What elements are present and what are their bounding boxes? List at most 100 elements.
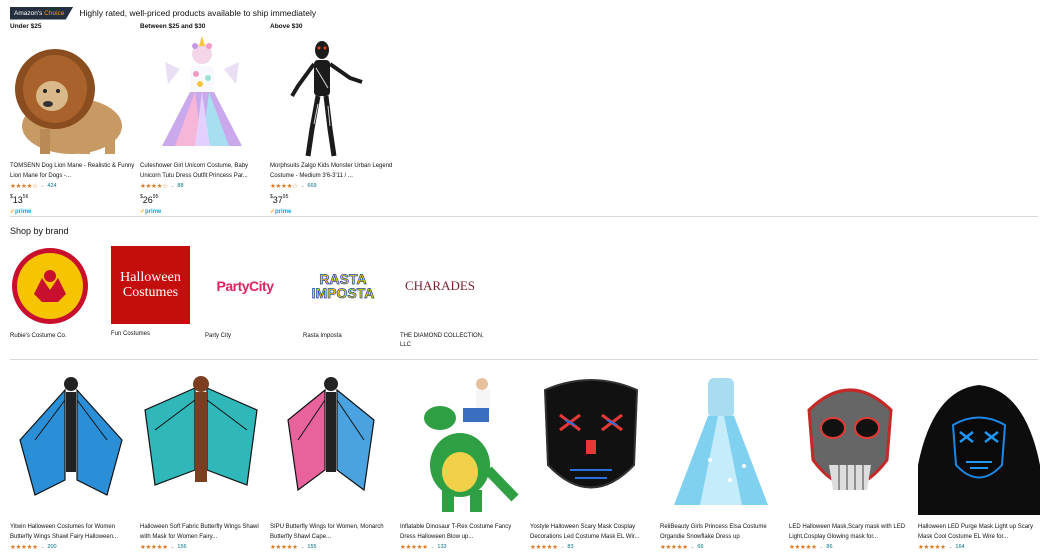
price: $26 95 xyxy=(140,194,159,205)
chevron-down-icon[interactable]: ⌄ xyxy=(41,183,45,189)
charades-logo[interactable]: CHARADES xyxy=(400,246,480,326)
price-band-label: Under $25 xyxy=(10,23,42,30)
rating[interactable]: ★★★★★ ⌄ 200 xyxy=(10,542,132,552)
price: $37 95 xyxy=(270,194,289,205)
product-title[interactable]: Inflatable Dinosaur T-Rex Costume Fancy … xyxy=(400,522,522,542)
section-divider xyxy=(10,359,1038,360)
price-band-label: Above $30 xyxy=(270,23,303,30)
review-count[interactable]: 133 xyxy=(437,544,446,550)
brand-card[interactable]: RASTA IMPOSTA Rasta Imposta xyxy=(303,246,393,341)
rating[interactable]: ★★★★★ ⌄ 164 xyxy=(918,542,1040,552)
chevron-down-icon[interactable]: ⌄ xyxy=(301,183,305,189)
product-card[interactable]: SIPU Butterfly Wings for Women, Monarch … xyxy=(270,370,392,552)
review-count[interactable]: 155 xyxy=(307,544,316,550)
price-band-label: Between $25 and $30 xyxy=(140,23,206,30)
brand-name[interactable]: Party City xyxy=(205,332,295,341)
chevron-down-icon[interactable]: ⌄ xyxy=(301,544,305,550)
product-card[interactable]: LED Halloween Mask,Scary mask with LED L… xyxy=(789,370,911,552)
chevron-down-icon[interactable]: ⌄ xyxy=(561,544,565,550)
review-count[interactable]: 86 xyxy=(826,544,832,550)
product-image[interactable] xyxy=(918,370,1040,515)
chevron-down-icon[interactable]: ⌄ xyxy=(949,544,953,550)
rating[interactable]: ★★★★★ ⌄ 83 xyxy=(530,542,652,552)
star-rating-icon: ★★★★★ xyxy=(10,544,38,551)
product-title[interactable]: SIPU Butterfly Wings for Women, Monarch … xyxy=(270,522,392,542)
review-count[interactable]: 669 xyxy=(307,183,316,189)
star-rating-icon: ★★★★☆ xyxy=(140,183,168,190)
product-card[interactable]: Halloween LED Purge Mask Light up Scary … xyxy=(918,370,1040,552)
star-rating-icon: ★★★★☆ xyxy=(270,183,298,190)
product-card[interactable]: ReliBeauty Girls Princess Elsa Costume O… xyxy=(660,370,782,552)
party-city-logo[interactable]: PartyCity xyxy=(205,246,285,326)
amazons-choice-description: Highly rated, well-priced products avail… xyxy=(79,8,317,18)
brand-card[interactable]: Rubie's Costume Co. xyxy=(10,246,100,341)
product-title[interactable]: Halloween LED Purge Mask Light up Scary … xyxy=(918,522,1040,542)
product-card[interactable]: Yostyle Halloween Scary Mask Cosplay Dec… xyxy=(530,370,652,552)
product-card[interactable]: Halloween Soft Fabric Butterfly Wings Sh… xyxy=(140,370,262,552)
product-image[interactable] xyxy=(660,370,782,515)
brand-name[interactable]: Fun Costumes xyxy=(111,330,201,339)
product-image[interactable] xyxy=(400,370,522,515)
choice-product[interactable]: Under $25 TOMSENN Dog Lion Mane - Realis… xyxy=(10,22,135,217)
star-rating-icon: ★★★★★ xyxy=(530,544,558,551)
rating[interactable]: ★★★★☆ ⌄ 424 xyxy=(10,181,135,191)
choice-product[interactable]: Above $30 Morphsuits Zalgo Kids Monster … xyxy=(270,22,395,217)
product-title[interactable]: Morphsuits Zalgo Kids Monster Urban Lege… xyxy=(270,161,395,181)
product-image[interactable] xyxy=(530,370,652,515)
product-title[interactable]: ReliBeauty Girls Princess Elsa Costume O… xyxy=(660,522,782,542)
rubies-logo[interactable] xyxy=(10,246,90,326)
rasta-imposta-logo[interactable]: RASTA IMPOSTA xyxy=(303,246,383,326)
review-count[interactable]: 200 xyxy=(47,544,56,550)
star-rating-icon: ★★★★★ xyxy=(660,544,688,551)
star-rating-icon: ★★★★☆ xyxy=(10,183,38,190)
product-image[interactable] xyxy=(140,370,262,515)
product-card[interactable]: Yitwin Halloween Costumes for Women Butt… xyxy=(10,370,132,552)
star-rating-icon: ★★★★★ xyxy=(789,544,817,551)
brand-name[interactable]: THE DIAMOND COLLECTION, LLC xyxy=(400,332,490,350)
brand-card[interactable]: Halloween Costumes Fun Costumes xyxy=(111,246,201,339)
review-count[interactable]: 88 xyxy=(177,183,183,189)
review-count[interactable]: 164 xyxy=(955,544,964,550)
brand-card[interactable]: PartyCity Party City xyxy=(205,246,295,341)
review-count[interactable]: 424 xyxy=(47,183,56,189)
rating[interactable]: ★★★★★ ⌄ 86 xyxy=(789,542,911,552)
product-image[interactable] xyxy=(140,34,265,159)
product-title[interactable]: TOMSENN Dog Lion Mane - Realistic & Funn… xyxy=(10,161,135,181)
product-image[interactable] xyxy=(270,34,395,159)
chevron-down-icon[interactable]: ⌄ xyxy=(171,183,175,189)
price: $13 56 xyxy=(10,194,29,205)
brand-card[interactable]: CHARADES THE DIAMOND COLLECTION, LLC xyxy=(400,246,490,350)
star-rating-icon: ★★★★★ xyxy=(400,544,428,551)
review-count[interactable]: 156 xyxy=(177,544,186,550)
choice-product[interactable]: Between $25 and $30 Cuteshower Girl Unic… xyxy=(140,22,265,217)
brand-name[interactable]: Rubie's Costume Co. xyxy=(10,332,100,341)
chevron-down-icon[interactable]: ⌄ xyxy=(691,544,695,550)
rating[interactable]: ★★★★★ ⌄ 133 xyxy=(400,542,522,552)
shop-by-brand-title: Shop by brand xyxy=(10,226,69,236)
review-count[interactable]: 83 xyxy=(567,544,573,550)
product-title[interactable]: Yostyle Halloween Scary Mask Cosplay Dec… xyxy=(530,522,652,542)
product-image[interactable] xyxy=(10,370,132,515)
product-title[interactable]: Yitwin Halloween Costumes for Women Butt… xyxy=(10,522,132,542)
product-title[interactable]: Halloween Soft Fabric Butterfly Wings Sh… xyxy=(140,522,262,542)
rating[interactable]: ★★★★★ ⌄ 66 xyxy=(660,542,782,552)
product-image[interactable] xyxy=(789,370,911,515)
review-count[interactable]: 66 xyxy=(697,544,703,550)
product-image[interactable] xyxy=(270,370,392,515)
section-divider xyxy=(10,216,1038,217)
halloween-costumes-logo[interactable]: Halloween Costumes xyxy=(111,246,190,324)
chevron-down-icon[interactable]: ⌄ xyxy=(431,544,435,550)
product-title[interactable]: LED Halloween Mask,Scary mask with LED L… xyxy=(789,522,911,542)
rating[interactable]: ★★★★★ ⌄ 156 xyxy=(140,542,262,552)
chevron-down-icon[interactable]: ⌄ xyxy=(820,544,824,550)
chevron-down-icon[interactable]: ⌄ xyxy=(171,544,175,550)
product-image[interactable] xyxy=(10,34,135,159)
product-card[interactable]: Inflatable Dinosaur T-Rex Costume Fancy … xyxy=(400,370,522,552)
rating[interactable]: ★★★★☆ ⌄ 88 xyxy=(140,181,265,191)
rating[interactable]: ★★★★★ ⌄ 155 xyxy=(270,542,392,552)
star-rating-icon: ★★★★★ xyxy=(140,544,168,551)
chevron-down-icon[interactable]: ⌄ xyxy=(41,544,45,550)
brand-name[interactable]: Rasta Imposta xyxy=(303,332,393,341)
product-title[interactable]: Cuteshower Girl Unicorn Costume, Baby Un… xyxy=(140,161,265,181)
rating[interactable]: ★★★★☆ ⌄ 669 xyxy=(270,181,395,191)
